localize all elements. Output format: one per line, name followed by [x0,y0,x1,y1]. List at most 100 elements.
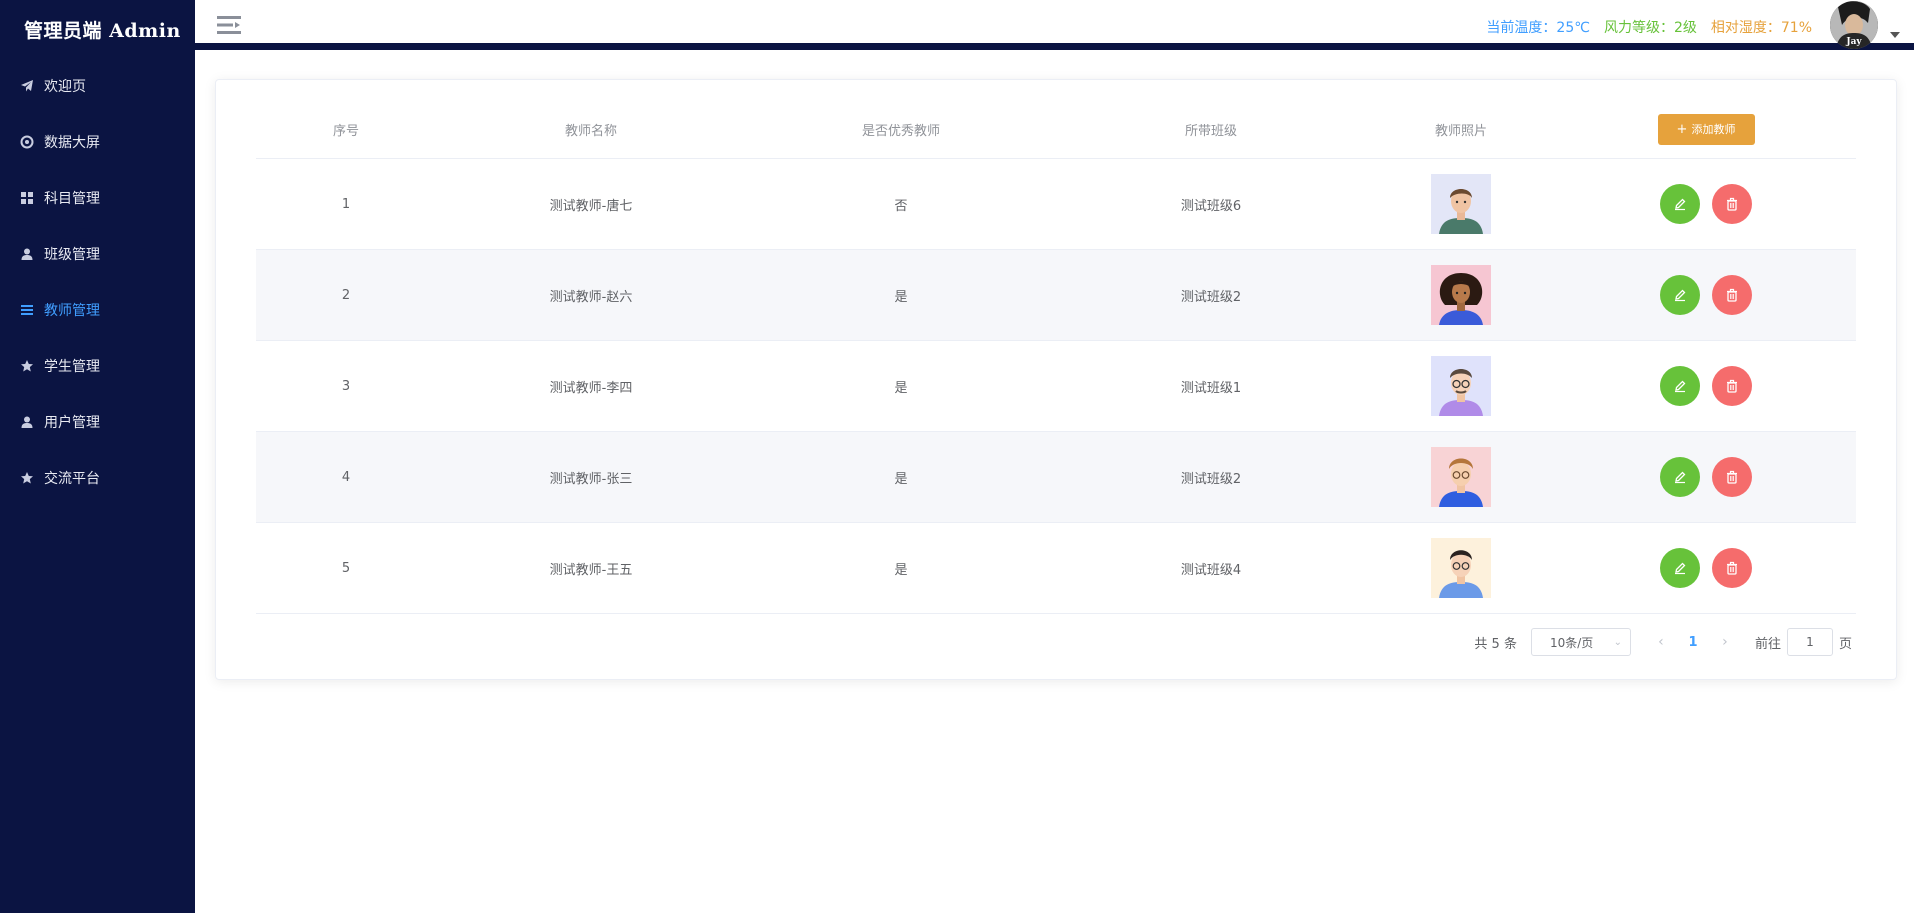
cell-class: 测试班级6 [1180,198,1242,214]
edit-button[interactable] [1659,548,1700,588]
cell-index: 3 [341,378,351,394]
edit-button[interactable] [1659,457,1700,497]
cell-actions [1556,275,1856,315]
weather-info: 当前温度：25℃ 风力等级：2级 相对湿度：71% [1486,17,1812,37]
add-teacher-button[interactable]: + 添加教师 [1657,113,1755,145]
plus-icon: + [1676,121,1688,137]
teacher-photo [1431,538,1491,598]
trash-icon [1727,561,1738,575]
cell-index: 1 [341,196,351,212]
chevron-down-icon[interactable] [1890,32,1900,38]
delete-button[interactable] [1712,275,1753,315]
column-header-class: 所带班级 [1184,123,1237,139]
sidebar-item-label: 教师管理 [44,303,100,319]
column-header-photo: 教师照片 [1434,123,1487,139]
cell-actions [1556,184,1856,224]
paper-plane-icon [20,79,34,93]
cell-excellent: 是 [894,380,908,396]
cell-photo [1366,174,1556,234]
avatar-text: Jay [1845,37,1862,47]
delete-button[interactable] [1712,548,1753,588]
edit-icon [1674,380,1686,393]
teacher-table-card: 序号 教师名称 是否优秀教师 所带班级 教师照片 + 添加教师 1 测试教师-唐… [215,79,1897,680]
pagination: 共 5 条 10条/页 ⌄ ‹ 1 › 前往 页 [1474,628,1852,656]
page-size-select[interactable]: 10条/页 ⌄ [1530,628,1631,656]
user-avatar[interactable]: Jay [1830,1,1878,49]
trash-icon [1727,379,1738,393]
sidebar-item-label: 班级管理 [44,247,100,263]
table-row: 3 测试教师-李四 是 测试班级1 [256,341,1856,432]
edit-button[interactable] [1659,275,1700,315]
cell-actions [1556,366,1856,406]
table-row: 1 测试教师-唐七 否 测试班级6 [256,159,1856,250]
user-icon [20,247,34,261]
next-page-button[interactable]: › [1713,634,1737,650]
cell-actions [1556,457,1856,497]
table-row: 4 测试教师-张三 是 测试班级2 [256,432,1856,523]
sidebar-item-subjects[interactable]: 科目管理 [0,170,195,226]
menu-toggle-icon[interactable] [217,14,241,36]
edit-icon [1674,562,1686,575]
column-header-actions: + 添加教师 [1556,113,1856,145]
edit-button[interactable] [1659,184,1700,224]
goto-page-input[interactable] [1786,628,1833,656]
chevron-down-icon: ⌄ [1613,636,1622,648]
sidebar-item-welcome[interactable]: 欢迎页 [0,58,195,114]
prev-page-button[interactable]: ‹ [1649,634,1673,650]
delete-button[interactable] [1712,366,1753,406]
table-header: 序号 教师名称 是否优秀教师 所带班级 教师照片 + 添加教师 [256,100,1856,159]
sidebar-item-forum[interactable]: 交流平台 [0,450,195,506]
star-icon [20,359,34,373]
sidebar-item-users[interactable]: 用户管理 [0,394,195,450]
trash-icon [1727,288,1738,302]
cell-name: 测试教师-赵六 [549,289,633,305]
goto-label: 前往 [1754,636,1781,652]
target-icon [20,135,34,149]
star-icon [20,471,34,485]
delete-button[interactable] [1712,457,1753,497]
table-row: 5 测试教师-王五 是 测试班级4 [256,523,1856,614]
teacher-photo [1431,265,1491,325]
wind-text: 风力等级：2级 [1603,20,1697,36]
cell-index: 5 [341,560,351,576]
cell-excellent: 是 [894,471,908,487]
teacher-photo [1431,356,1491,416]
edit-icon [1674,471,1686,484]
edit-button[interactable] [1659,366,1700,406]
sidebar-item-data-screen[interactable]: 数据大屏 [0,114,195,170]
page-size-value: 10条/页 [1549,635,1594,650]
cell-excellent: 否 [894,198,908,214]
pagination-total: 共 5 条 [1474,636,1517,652]
cell-photo [1366,356,1556,416]
cell-index: 2 [341,287,351,303]
sidebar-item-label: 数据大屏 [44,135,100,151]
cell-class: 测试班级2 [1180,289,1242,305]
user-icon [20,415,34,429]
trash-icon [1727,470,1738,484]
cell-index: 4 [341,469,351,485]
cell-class: 测试班级4 [1180,562,1242,578]
delete-button[interactable] [1712,184,1753,224]
temperature-text: 当前温度：25℃ [1486,20,1590,36]
cell-excellent: 是 [894,289,908,305]
sidebar-item-teachers[interactable]: 教师管理 [0,282,195,338]
cell-photo [1366,265,1556,325]
sidebar-item-label: 用户管理 [44,415,100,431]
list-icon [20,303,34,317]
edit-icon [1674,289,1686,302]
sidebar-item-students[interactable]: 学生管理 [0,338,195,394]
teacher-photo [1431,447,1491,507]
top-header: 当前温度：25℃ 风力等级：2级 相对湿度：71% Jay [195,0,1914,50]
grid-icon [20,191,34,205]
brand-title: 管理员端 Admin [24,19,181,42]
page-number-current[interactable]: 1 [1673,635,1713,650]
sidebar: 管理员端 Admin 欢迎页 数据大屏 科目管理 班级管理 教师管理 学生管理 … [0,0,195,913]
cell-photo [1366,447,1556,507]
cell-actions [1556,548,1856,588]
column-header-name: 教师名称 [564,123,617,139]
sidebar-item-label: 学生管理 [44,359,100,375]
sidebar-item-classes[interactable]: 班级管理 [0,226,195,282]
cell-photo [1366,538,1556,598]
sidebar-item-label: 欢迎页 [44,79,86,95]
sidebar-item-label: 交流平台 [44,471,100,487]
